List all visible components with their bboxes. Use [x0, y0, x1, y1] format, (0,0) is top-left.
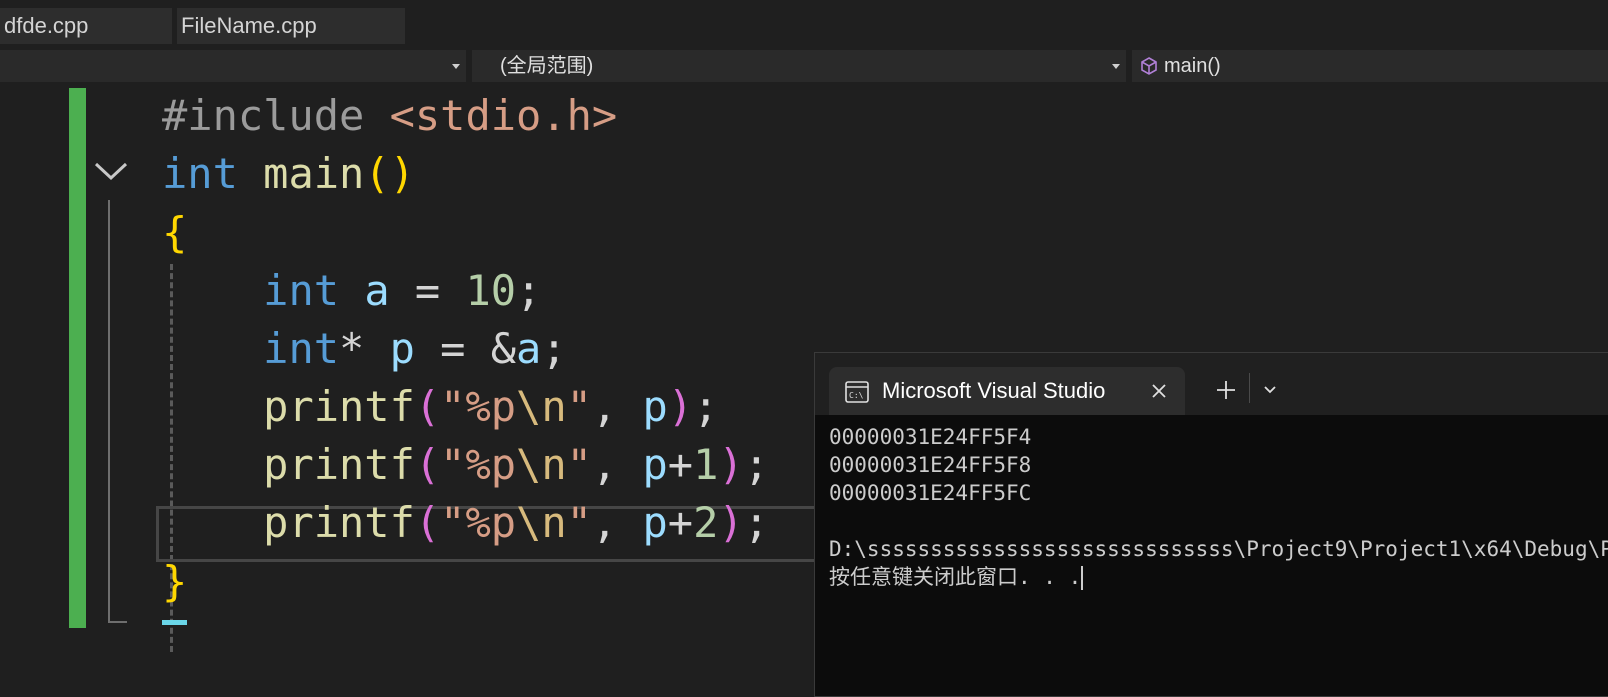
titlebar-separator [1249, 373, 1250, 403]
project-dropdown[interactable] [0, 50, 466, 82]
change-tracking-bar [69, 88, 86, 628]
console-window[interactable]: C:\ Microsoft Visual Studio 00000031E24F… [814, 352, 1608, 697]
member-dropdown[interactable]: main() [1132, 50, 1608, 82]
code-line-2: int main() [162, 149, 415, 198]
cmd-icon: C:\ [845, 381, 869, 403]
close-icon[interactable] [1151, 383, 1167, 399]
console-prompt-line: 按任意键关闭此窗口. . . [829, 563, 1608, 591]
code-line-6: printf("%p\n", p); [263, 382, 719, 431]
chevron-down-icon[interactable] [1262, 382, 1278, 398]
console-title: Microsoft Visual Studio [882, 378, 1106, 403]
brace-match-underline [162, 620, 187, 625]
member-label: main() [1164, 55, 1221, 77]
scope-dropdown[interactable]: (全局范围) [472, 50, 1126, 82]
console-titlebar[interactable]: C:\ Microsoft Visual Studio [815, 353, 1608, 415]
code-line-9: } [162, 557, 188, 606]
tab-filename-cpp[interactable]: FileName.cpp [177, 8, 405, 44]
scope-label: (全局范围) [500, 55, 594, 77]
code-line-7: printf("%p\n", p+1); [263, 440, 769, 489]
console-line: 00000031E24FF5F8 [829, 453, 1032, 477]
document-tab-strip: dfde.cpp FileName.cpp [0, 0, 1608, 46]
code-line-8: printf("%p\n", p+2); [263, 498, 769, 547]
code-line-4: int a = 10; [263, 266, 542, 315]
fold-region-end [108, 621, 127, 623]
cube-icon [1141, 57, 1157, 75]
code-line-1: #include <stdio.h> [162, 91, 618, 140]
console-line: 00000031E24FF5FC [829, 481, 1032, 505]
text-caret [1081, 566, 1084, 590]
code-line-3: { [162, 208, 188, 257]
tab-dfde-cpp[interactable]: dfde.cpp [0, 8, 172, 44]
console-line: 00000031E24FF5F4 [829, 425, 1032, 449]
dropdown-arrow-icon [452, 64, 460, 69]
code-line-5: int* p = &a; [263, 324, 567, 373]
navigation-bar: (全局范围) main() [0, 46, 1608, 86]
console-prompt-text: 按任意键关闭此窗口. . . [829, 565, 1082, 589]
console-tab[interactable]: C:\ Microsoft Visual Studio [829, 367, 1185, 415]
console-output[interactable]: 00000031E24FF5F4 00000031E24FF5F8 000000… [829, 423, 1608, 591]
console-line: D:\sssssssssssssssssssssssssssss\Project… [829, 537, 1608, 561]
fold-region-line [108, 200, 110, 623]
svg-text:C:\: C:\ [849, 391, 864, 400]
plus-icon[interactable] [1215, 379, 1237, 401]
dropdown-arrow-icon [1112, 64, 1120, 69]
fold-chevron-icon[interactable] [94, 160, 128, 182]
